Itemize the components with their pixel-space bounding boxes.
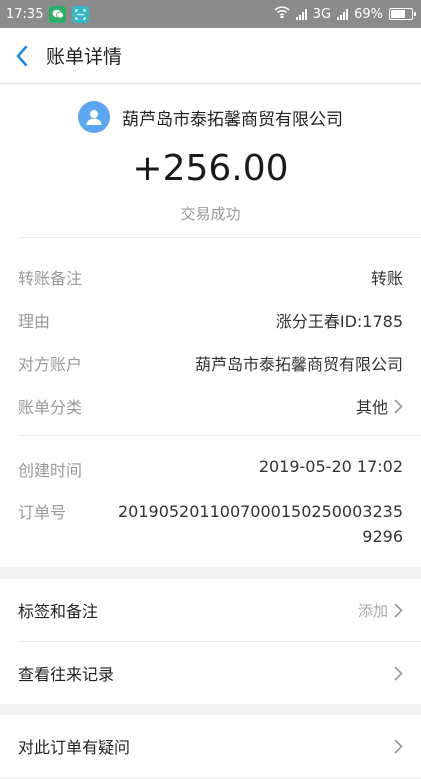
detail-row-remark: 转账备注 转账 (18, 265, 403, 289)
reason-label: 理由 (18, 312, 51, 331)
detail-row-created: 创建时间 2019-05-20 17:02 (18, 457, 403, 481)
transaction-status: 交易成功 (180, 205, 241, 223)
status-bar-right: 3G 69% (274, 6, 416, 22)
network-type: 3G (312, 6, 332, 22)
tags-label: 标签和备注 (18, 602, 99, 621)
detail-row-counterparty: 对方账户 葫芦岛市泰拓馨商贸有限公司 (18, 351, 403, 375)
counterparty-label: 对方账户 (18, 355, 83, 374)
wifi-icon (274, 6, 290, 22)
status-time: 17:35 (6, 6, 44, 22)
detail-row-order: 订单号 2019052011007000150250003235 9296 (18, 499, 403, 549)
action-group-question: 对此订单有疑问 (0, 715, 421, 777)
category-label: 账单分类 (18, 398, 83, 417)
chevron-left-icon (16, 45, 28, 66)
reason-value: 涨分王春ID:1785 (275, 312, 403, 331)
category-value-wrap: 其他 (356, 394, 403, 418)
tags-remarks-row[interactable]: 标签和备注 添加 (0, 579, 421, 641)
transaction-amount: +256.00 (132, 148, 289, 189)
chevron-right-icon (394, 603, 403, 617)
created-label: 创建时间 (18, 461, 83, 480)
add-tag-link[interactable]: 添加 (358, 600, 388, 621)
transaction-details: 转账备注 转账 理由 涨分王春ID:1785 对方账户 葫芦岛市泰拓馨商贸有限公… (0, 237, 421, 567)
battery-percent: 69% (354, 6, 383, 22)
status-bar: 17:35 3G 69% (0, 0, 421, 28)
battery-icon (389, 8, 416, 20)
scan-notification-icon (72, 5, 90, 23)
header-bar: 账单详情 (0, 28, 421, 84)
transaction-summary: 葫芦岛市泰拓馨商贸有限公司 +256.00 交易成功 (0, 85, 421, 237)
order-number: 2019052011007000150250003235 9296 (117, 502, 403, 546)
wechat-notification-icon (49, 5, 67, 23)
divider (18, 435, 421, 436)
order-label: 订单号 (18, 503, 67, 522)
created-value: 2019-05-20 17:02 (258, 457, 403, 476)
payee-info: 葫芦岛市泰拓馨商贸有限公司 (0, 101, 421, 133)
signal-icon (295, 8, 307, 20)
status-bar-left: 17:35 (6, 5, 90, 23)
back-button[interactable] (0, 28, 44, 84)
user-icon (86, 110, 102, 125)
chevron-right-icon (394, 399, 403, 413)
tags-action-wrap: 添加 (358, 600, 403, 621)
question-label: 对此订单有疑问 (18, 738, 131, 757)
question-row[interactable]: 对此订单有疑问 (0, 715, 421, 777)
counterparty-value: 葫芦岛市泰拓馨商贸有限公司 (194, 355, 403, 374)
chevron-right-icon (394, 666, 403, 680)
divider (18, 237, 421, 238)
payee-name: 葫芦岛市泰拓馨商贸有限公司 (122, 109, 343, 130)
avatar (78, 101, 110, 133)
action-group-main: 标签和备注 添加 查看往来记录 (0, 579, 421, 704)
chevron-right-icon (394, 739, 403, 753)
page-title: 账单详情 (46, 46, 123, 68)
detail-row-category[interactable]: 账单分类 其他 (18, 394, 403, 418)
category-value: 其他 (355, 398, 388, 417)
history-label: 查看往来记录 (18, 665, 115, 684)
remark-label: 转账备注 (18, 269, 83, 288)
remark-value: 转账 (370, 269, 403, 288)
history-row[interactable]: 查看往来记录 (0, 642, 421, 704)
detail-row-reason: 理由 涨分王春ID:1785 (18, 308, 403, 332)
signal-icon-2 (337, 8, 349, 20)
